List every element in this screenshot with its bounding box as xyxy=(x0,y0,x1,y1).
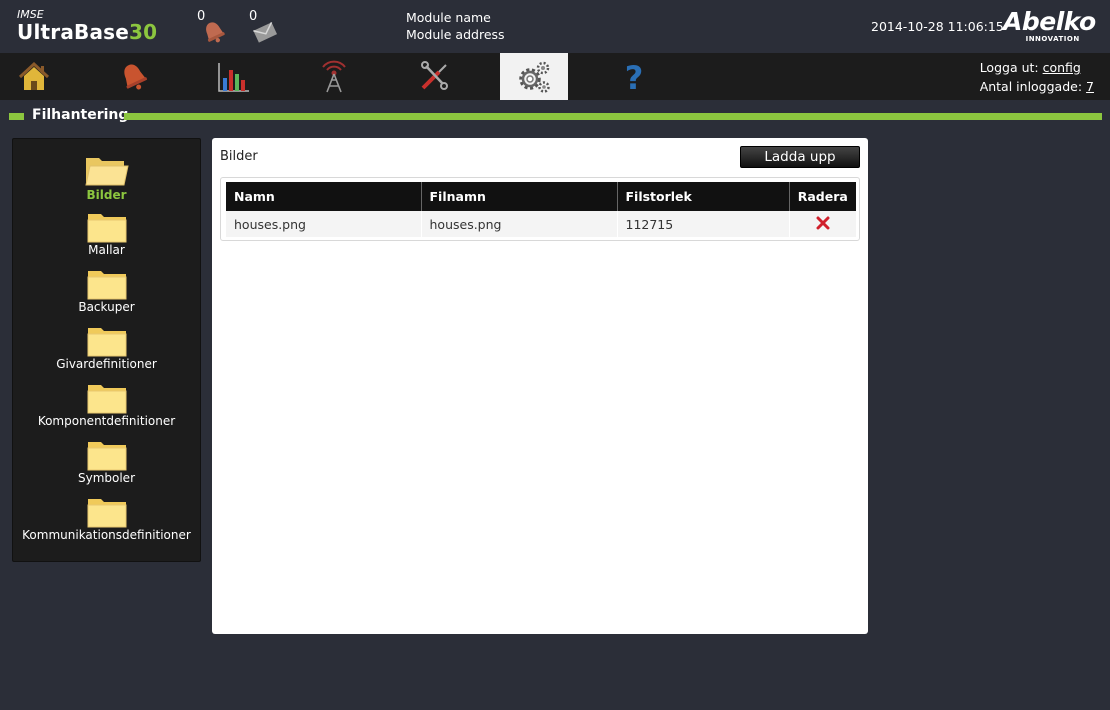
home-icon xyxy=(18,61,50,90)
logged-in-row: Antal inloggade: 7 xyxy=(979,79,1094,94)
column-header-filstorlek[interactable]: Filstorlek xyxy=(617,182,790,211)
file-table-container: Namn Filnamn Filstorlek Radera houses.pn… xyxy=(220,177,860,241)
folder-bilder[interactable]: Bilder xyxy=(13,154,200,209)
folder-icon xyxy=(87,385,126,414)
nav-settings[interactable] xyxy=(500,53,568,100)
folder-komponentdefinitioner[interactable]: Komponentdefinitioner xyxy=(13,382,200,437)
folder-icon xyxy=(87,499,126,528)
brand-small-text: IMSE xyxy=(17,8,44,21)
svg-text:?: ? xyxy=(625,60,644,94)
message-envelope-icon[interactable] xyxy=(252,20,278,48)
help-icon: ? xyxy=(625,60,644,94)
cell-delete xyxy=(789,211,856,237)
nav-charts[interactable] xyxy=(200,53,268,100)
open-folder-icon xyxy=(84,158,129,186)
module-info: Module name Module address xyxy=(406,9,505,43)
nav-help[interactable]: ? xyxy=(600,53,668,100)
section-title: Filhantering xyxy=(32,107,129,123)
module-name: Module name xyxy=(406,10,491,25)
table-header-row: Namn Filnamn Filstorlek Radera xyxy=(226,182,856,211)
alarm-bell-icon xyxy=(124,64,148,89)
file-table: Namn Filnamn Filstorlek Radera houses.pn… xyxy=(226,182,856,237)
settings-gears-icon xyxy=(519,61,550,93)
header: IMSE UltraBase30 0 0 Module name Module … xyxy=(0,0,1110,53)
section-accent-left xyxy=(9,113,24,120)
nav-home[interactable] xyxy=(0,53,68,100)
brand-logo: IMSE UltraBase30 xyxy=(17,9,157,42)
alarm-bell-icon[interactable] xyxy=(201,20,227,48)
nav-tools[interactable] xyxy=(400,53,468,100)
table-row: houses.png houses.png 112715 xyxy=(226,211,856,237)
current-datetime: 2014-10-28 11:06:15 xyxy=(871,19,1004,34)
section-header: Filhantering xyxy=(0,107,1110,125)
column-header-radera: Radera xyxy=(789,182,856,211)
antenna-icon xyxy=(322,60,346,92)
cell-filesize: 112715 xyxy=(617,211,790,237)
folder-icon xyxy=(87,214,126,243)
main-navbar: ? Logga ut: config Antal inloggade: 7 xyxy=(0,53,1110,100)
logout-row: Logga ut: config xyxy=(979,60,1081,75)
column-header-namn[interactable]: Namn xyxy=(226,182,422,211)
user-info: Logga ut: config Antal inloggade: 7 xyxy=(980,58,1094,96)
folder-givardefinitioner[interactable]: Givardefinitioner xyxy=(13,325,200,380)
file-content-panel: Bilder Ladda upp Namn Filnamn Filstorlek… xyxy=(212,138,868,634)
nav-alarms[interactable] xyxy=(100,53,168,100)
tools-icon xyxy=(421,60,448,90)
folder-icon xyxy=(87,442,126,471)
folder-icon xyxy=(87,271,126,300)
delete-icon[interactable] xyxy=(816,216,830,233)
column-header-filnamn[interactable]: Filnamn xyxy=(421,182,618,211)
upload-button[interactable]: Ladda upp xyxy=(740,146,860,168)
folder-mallar[interactable]: Mallar xyxy=(13,211,200,266)
folder-kommunikationsdefinitioner[interactable]: Kommunikationsdefinitioner xyxy=(13,496,200,551)
abelko-logo: Abelko INNOVATION xyxy=(1003,7,1096,43)
logout-link[interactable]: config xyxy=(1043,60,1081,75)
bar-chart-icon xyxy=(218,62,249,92)
section-accent-right xyxy=(124,113,1102,120)
content-title: Bilder xyxy=(220,149,258,164)
module-address: Module address xyxy=(406,27,505,42)
logged-in-count-link[interactable]: 7 xyxy=(1086,79,1094,94)
nav-communication[interactable] xyxy=(300,53,368,100)
cell-filename: houses.png xyxy=(421,211,618,237)
folder-symboler[interactable]: Symboler xyxy=(13,439,200,494)
cell-name: houses.png xyxy=(226,211,422,237)
folder-panel: Bilder Mallar Backuper Givardefinitioner… xyxy=(12,138,201,562)
folder-icon xyxy=(87,328,126,357)
folder-backuper[interactable]: Backuper xyxy=(13,268,200,323)
brand-product-name: UltraBase30 xyxy=(17,20,158,44)
